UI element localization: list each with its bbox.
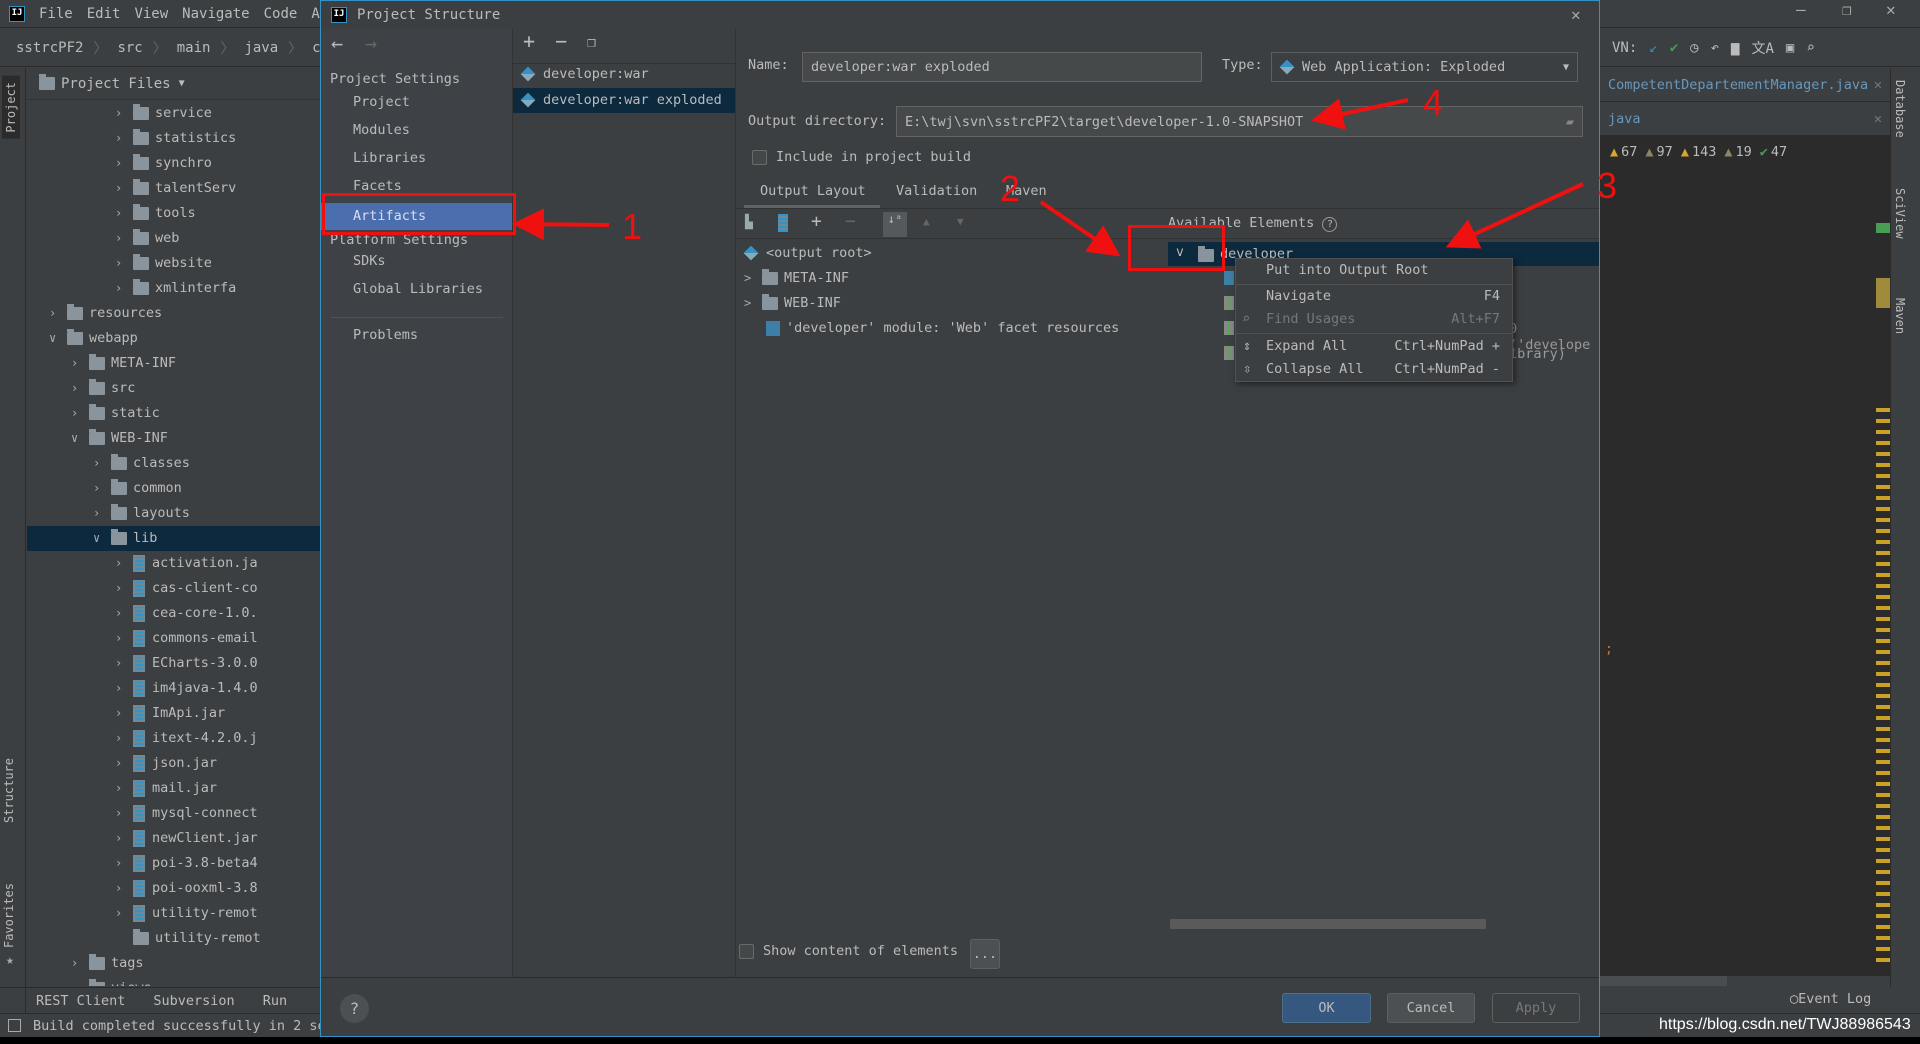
annotation-arrow-4 bbox=[1311, 98, 1409, 130]
annotation-number-3: 3 bbox=[1597, 165, 1618, 206]
annotation-arrow-1 bbox=[512, 208, 610, 241]
annotation-number-4: 4 bbox=[1423, 82, 1444, 123]
annotation-arrow-3 bbox=[1445, 182, 1584, 249]
annotation-arrow-2 bbox=[1039, 200, 1121, 257]
annotation-number-1: 1 bbox=[622, 206, 643, 247]
annotation-number-2: 2 bbox=[1000, 168, 1021, 209]
annotation-arrows bbox=[512, 98, 1584, 257]
